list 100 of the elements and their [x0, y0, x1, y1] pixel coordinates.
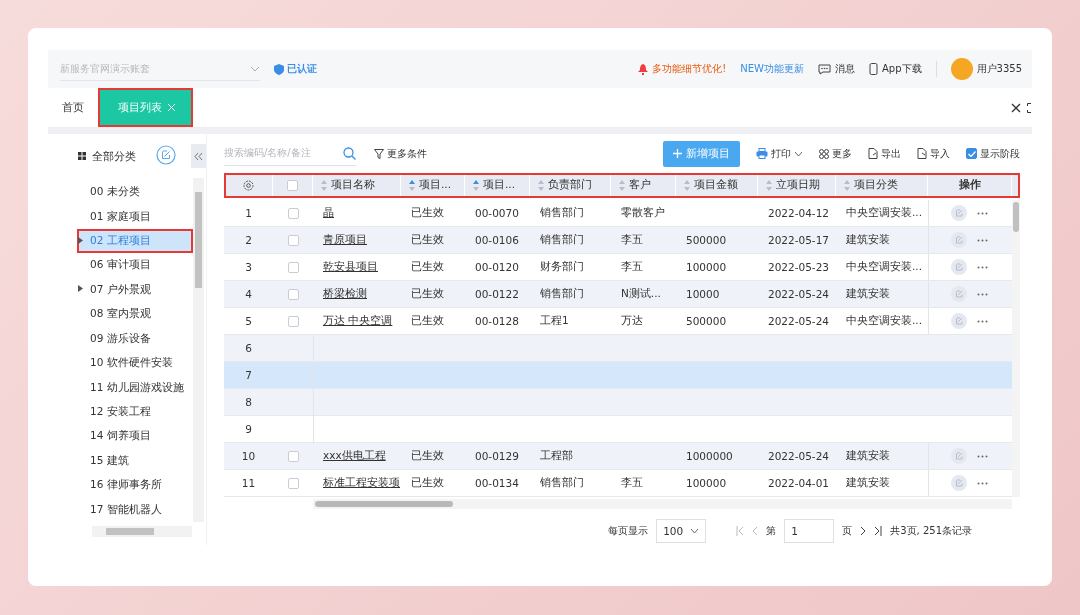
- settings-icon[interactable]: [242, 179, 254, 191]
- more-button[interactable]: 更多: [819, 146, 852, 161]
- column-header[interactable]: 负责部门: [548, 178, 592, 193]
- more-icon[interactable]: [977, 238, 988, 242]
- checkbox[interactable]: [287, 261, 299, 273]
- more-icon[interactable]: [977, 319, 988, 323]
- sort-icon[interactable]: [844, 179, 850, 191]
- scrollbar[interactable]: [92, 526, 192, 537]
- column-header[interactable]: 项目名称: [331, 178, 375, 193]
- column-header[interactable]: 立项日期: [776, 178, 820, 193]
- scrollbar[interactable]: [313, 499, 1012, 510]
- print-button[interactable]: 打印: [756, 146, 803, 161]
- checkbox[interactable]: [287, 207, 299, 219]
- project-link[interactable]: 万达 中央空调: [323, 314, 393, 327]
- project-link[interactable]: 桥梁检测: [323, 287, 367, 300]
- user-menu[interactable]: 用户3355: [950, 58, 1022, 80]
- fullscreen-icon[interactable]: [1027, 102, 1032, 113]
- sort-icon[interactable]: [619, 179, 625, 191]
- table-row[interactable]: 7: [224, 362, 1012, 390]
- sort-icon[interactable]: [766, 179, 772, 191]
- page-size-select[interactable]: 100: [656, 519, 707, 544]
- project-link[interactable]: 晶: [323, 206, 334, 219]
- tree-item[interactable]: 00 未分类: [77, 180, 193, 205]
- edit-icon[interactable]: [951, 286, 967, 303]
- tree-item[interactable]: 17 智能机器人: [77, 497, 193, 522]
- tree-item[interactable]: 09 游乐设备: [77, 326, 193, 351]
- edit-icon[interactable]: [951, 232, 967, 249]
- app-download-button[interactable]: App下载: [869, 62, 922, 76]
- edit-icon[interactable]: [156, 144, 176, 165]
- import-button[interactable]: 导入: [917, 146, 950, 161]
- first-page-icon[interactable]: [736, 526, 745, 537]
- column-header[interactable]: 项目分类: [854, 178, 898, 193]
- last-page-icon[interactable]: [874, 526, 883, 537]
- filter-button[interactable]: 更多条件: [374, 146, 427, 161]
- chevron-down-icon: [250, 65, 260, 72]
- checkbox[interactable]: [287, 288, 299, 300]
- edit-icon[interactable]: [951, 475, 967, 492]
- table-cell: 销售部门: [540, 233, 584, 246]
- table-cell: 建筑安装: [846, 449, 890, 462]
- show-stage-checkbox[interactable]: 显示阶段: [966, 146, 1020, 161]
- more-icon[interactable]: [977, 454, 988, 458]
- sort-icon[interactable]: [538, 179, 544, 191]
- column-header[interactable]: 客户: [629, 178, 651, 193]
- notice-link[interactable]: 多功能细节优化!: [638, 62, 727, 76]
- edit-icon[interactable]: [951, 313, 967, 330]
- table-row[interactable]: 10 xxx供电工程 已生效 00-0129 工程部 1000000 2022-05-24 建筑安装: [224, 443, 1012, 471]
- tab[interactable]: 首页: [48, 88, 98, 127]
- checkbox[interactable]: [966, 148, 977, 160]
- tree-item[interactable]: 15 建筑: [77, 448, 193, 474]
- more-icon[interactable]: [977, 265, 988, 269]
- more-icon[interactable]: [977, 481, 988, 485]
- table-cell: 已生效: [411, 476, 444, 489]
- next-page-icon[interactable]: [860, 526, 867, 537]
- export-button[interactable]: 导出: [868, 146, 901, 161]
- project-link[interactable]: xxx供电工程: [323, 449, 386, 462]
- row-number: 9: [245, 423, 252, 436]
- scrollbar[interactable]: [1012, 200, 1020, 498]
- more-icon[interactable]: [977, 292, 988, 296]
- sort-icon[interactable]: [684, 179, 690, 191]
- column-header[interactable]: 项目金额: [694, 178, 738, 193]
- tree-item[interactable]: 07 户外景观: [77, 277, 193, 303]
- project-link[interactable]: 乾安县项目: [323, 260, 378, 273]
- table-row[interactable]: 11 标准工程安装项 已生效 00-0134 销售部门 李五 100000 2022-04-01 建筑安装: [224, 470, 1012, 498]
- column-header[interactable]: 项目...: [483, 178, 515, 193]
- double-chevron-icon: [194, 151, 203, 161]
- collapse-button[interactable]: [191, 144, 206, 168]
- table-cell: 00-0129: [475, 450, 519, 463]
- tree-item[interactable]: 06 审计项目: [77, 253, 193, 278]
- table-row[interactable]: 6: [224, 335, 1012, 363]
- tree-item[interactable]: 08 室内景观: [77, 302, 193, 327]
- tree-item[interactable]: 12 安装工程: [77, 399, 193, 425]
- edit-icon[interactable]: [951, 448, 967, 465]
- page-input[interactable]: 1: [784, 519, 835, 544]
- tree-item[interactable]: 01 家庭项目: [77, 204, 193, 229]
- tree-item[interactable]: 11 幼儿园游戏设施: [77, 375, 193, 400]
- edit-icon[interactable]: [951, 205, 967, 222]
- table-row[interactable]: 8: [224, 389, 1012, 417]
- column-header[interactable]: 项目...: [419, 178, 451, 193]
- tree-item[interactable]: 16 律师事务所: [77, 473, 193, 498]
- messages-button[interactable]: 消息: [818, 62, 855, 76]
- prev-page-icon[interactable]: [752, 526, 759, 537]
- scrollbar[interactable]: [193, 178, 204, 522]
- tree-item[interactable]: 10 软件硬件安装: [77, 350, 193, 376]
- edit-icon[interactable]: [951, 259, 967, 276]
- table-cell: 00-0128: [475, 315, 519, 328]
- sort-icon[interactable]: [473, 179, 479, 191]
- sort-icon[interactable]: [409, 179, 415, 191]
- table-row[interactable]: 2 青原项目 已生效 00-0106 销售部门 李五 500000 2022-05-17 建筑安装: [224, 227, 1012, 255]
- sort-icon[interactable]: [321, 179, 327, 191]
- checkbox[interactable]: [287, 450, 299, 462]
- table-row[interactable]: 4 桥梁检测 已生效 00-0122 销售部门 N测试... 10000 2022-05-24 建筑安装: [224, 281, 1012, 309]
- project-link[interactable]: 青原项目: [323, 233, 367, 246]
- checkbox[interactable]: [287, 477, 299, 489]
- project-link[interactable]: 标准工程安装项: [323, 476, 400, 489]
- checkbox[interactable]: [287, 179, 298, 191]
- checkbox[interactable]: [287, 234, 299, 246]
- close-icon[interactable]: [1011, 102, 1021, 113]
- checkbox[interactable]: [287, 315, 299, 327]
- more-icon[interactable]: [977, 211, 988, 215]
- tree-item[interactable]: 14 饲养项目: [77, 424, 193, 449]
